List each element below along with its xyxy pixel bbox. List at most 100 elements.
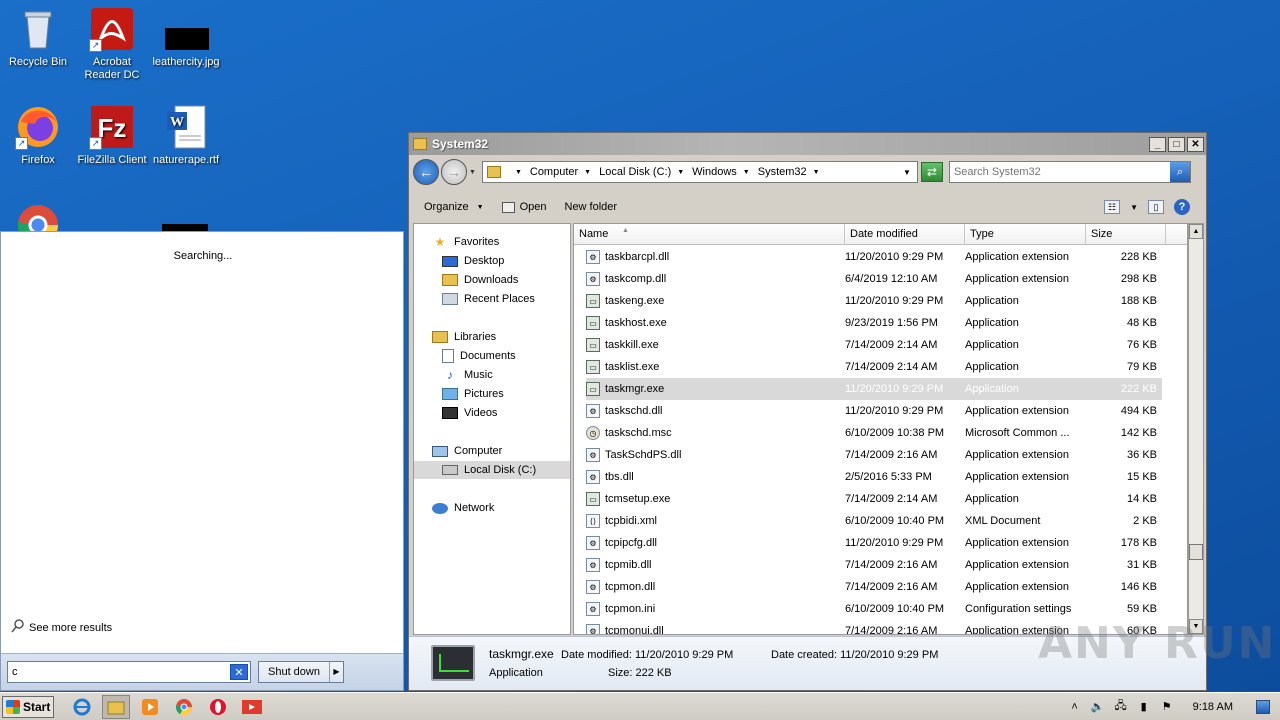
nav-videos[interactable]: Videos (442, 404, 497, 422)
change-view-icon[interactable]: ☷ (1104, 200, 1121, 214)
window-titlebar[interactable]: System32 _ □ ✕ (409, 133, 1206, 155)
file-row[interactable]: ⚙ tcpmib.dll 7/14/2009 2:16 AM Application … (586, 554, 1162, 576)
pictures-icon (442, 388, 458, 400)
network-tray-icon[interactable]: 🖧 (1114, 700, 1128, 714)
nav-music[interactable]: ♪ Music (442, 366, 493, 384)
help-icon[interactable]: ? (1174, 199, 1190, 215)
nav-pictures[interactable]: Pictures (442, 385, 504, 403)
refresh-button[interactable]: ⇄ (920, 162, 943, 182)
chevron-down-icon: ▼ (812, 168, 820, 176)
action-center-flag-icon[interactable]: ⚑ (1160, 700, 1174, 714)
preview-pane-icon[interactable]: ▯ (1148, 200, 1164, 214)
column-name[interactable]: Name ▲ (574, 224, 845, 245)
folder-icon (413, 138, 427, 150)
nav-downloads[interactable]: Downloads (442, 271, 518, 289)
taskbar-anyrun[interactable] (238, 695, 266, 719)
taskbar-chrome[interactable] (170, 695, 198, 719)
nav-computer[interactable]: Computer (432, 442, 502, 460)
file-row[interactable]: ▭ tcmsetup.exe 7/14/2009 2:14 AM Applicatio… (586, 488, 1162, 510)
file-row[interactable]: ⚙ tcpmon.ini 6/10/2009 10:40 PM Configurati… (586, 598, 1162, 620)
file-row[interactable]: ⚙ TaskSchdPS.dll 7/14/2009 2:16 AM Applicat… (586, 444, 1162, 466)
column-date-modified[interactable]: Date modified (845, 224, 965, 245)
clock[interactable]: 9:18 AM (1193, 701, 1233, 713)
view-options-dropdown-icon[interactable]: ▼ (1130, 203, 1138, 212)
start-search-input[interactable] (8, 663, 230, 681)
file-row[interactable]: ⚙ taskbarcpl.dll 11/20/2010 9:29 PM Applica… (586, 246, 1162, 268)
forward-button[interactable]: → (441, 159, 467, 185)
scroll-thumb[interactable] (1189, 544, 1203, 560)
file-type: Microsoft Common ... (965, 427, 1070, 439)
file-row[interactable]: ▭ taskkill.exe 7/14/2009 2:14 AM Applicatio… (586, 334, 1162, 356)
start-button[interactable]: Start (2, 695, 54, 718)
taskbar-media-player[interactable] (136, 695, 164, 719)
file-row[interactable]: ◷ taskschd.msc 6/10/2009 10:38 PM Microsoft… (586, 422, 1162, 444)
videos-icon (442, 407, 458, 419)
shutdown-options-arrow-icon[interactable]: ▶ (329, 662, 343, 682)
show-hidden-icons-icon[interactable]: ˄ (1068, 700, 1082, 714)
taskbar: Start ˄ 🔈 🖧 ▮ ⚑ 9:18 AM (0, 692, 1280, 720)
file-row[interactable]: ⚙ taskschd.dll 11/20/2010 9:29 PM Applicati… (586, 400, 1162, 422)
window-title: System32 (432, 137, 489, 151)
file-row[interactable]: ▭ taskeng.exe 11/20/2010 9:29 PM Applicatio… (586, 290, 1162, 312)
shortcut-arrow-icon: ↗ (15, 137, 28, 150)
file-row[interactable]: ⚙ tcpipcfg.dll 11/20/2010 9:29 PM Applicati… (586, 532, 1162, 554)
desktop-icon-naturerape[interactable]: W naturerape.rtf (148, 104, 224, 167)
breadcrumb-local-disk[interactable]: Local Disk (C:) ▼ (599, 166, 684, 178)
nav-documents[interactable]: Documents (442, 347, 516, 365)
file-row[interactable]: ▭ taskhost.exe 9/23/2019 1:56 PM Applicatio… (586, 312, 1162, 334)
back-button[interactable]: ← (413, 159, 439, 185)
shutdown-button[interactable]: Shut down ▶ (258, 661, 344, 683)
column-size[interactable]: Size (1086, 224, 1166, 245)
organize-button[interactable]: Organize ▼ (424, 201, 484, 213)
nav-libraries[interactable]: Libraries (432, 328, 496, 346)
show-desktop-button[interactable] (1256, 699, 1270, 714)
column-type[interactable]: Type (965, 224, 1086, 245)
volume-icon[interactable]: 🔈 (1091, 700, 1105, 714)
file-row[interactable]: ▭ taskmgr.exe 11/20/2010 9:29 PM Applicatio… (586, 378, 1162, 400)
desktop-icon-leathercity[interactable]: leathercity.jpg (148, 6, 224, 69)
nav-local-disk[interactable]: Local Disk (C:) (414, 461, 570, 479)
file-row[interactable]: ⚙ tbs.dll 2/5/2016 5:33 PM Application exte… (586, 466, 1162, 488)
power-icon[interactable]: ▮ (1137, 700, 1151, 714)
breadcrumb-computer[interactable]: Computer ▼ (530, 166, 591, 178)
nav-favorites[interactable]: ★ Favorites (432, 233, 500, 251)
taskbar-opera[interactable] (204, 695, 232, 719)
open-button[interactable]: Open (501, 201, 547, 213)
system-tray: ˄ 🔈 🖧 ▮ ⚑ 9:18 AM (1068, 699, 1270, 714)
address-history-dropdown-icon[interactable]: ▼ (903, 168, 911, 177)
desktop-icon-acrobat[interactable]: ↗ Acrobat Reader DC (74, 6, 150, 82)
firefox-icon: ↗ (15, 104, 61, 150)
taskbar-explorer[interactable] (102, 694, 130, 719)
clear-search-icon[interactable]: ✕ (230, 664, 248, 680)
file-row[interactable]: ⟨⟩ tcpbidi.xml 6/10/2009 10:40 PM XML Docum… (586, 510, 1162, 532)
search-icon[interactable]: ⌕ (1169, 162, 1190, 182)
taskbar-internet-explorer[interactable] (68, 695, 96, 719)
file-row[interactable]: ▭ tasklist.exe 7/14/2009 2:14 AM Applicatio… (586, 356, 1162, 378)
breadcrumb-root-arrow[interactable]: ▼ (509, 169, 522, 176)
breadcrumb-system32[interactable]: System32 ▼ (758, 166, 820, 178)
file-date: 6/10/2009 10:38 PM (845, 427, 945, 439)
new-folder-button[interactable]: New folder (565, 201, 618, 213)
start-search-box[interactable]: ✕ (7, 661, 251, 683)
close-button[interactable]: ✕ (1187, 136, 1204, 152)
file-row[interactable]: ⚙ taskcomp.dll 6/4/2019 12:10 AM Applicatio… (586, 268, 1162, 290)
desktop-icon-filezilla[interactable]: Fz ↗ FileZilla Client (74, 104, 150, 167)
nav-recent-places[interactable]: Recent Places (442, 290, 535, 308)
desktop-icon-recycle-bin[interactable]: Recycle Bin (0, 6, 76, 69)
minimize-button[interactable]: _ (1149, 136, 1166, 152)
file-row[interactable]: ⚙ tcpmon.dll 7/14/2009 2:16 AM Application … (586, 576, 1162, 598)
breadcrumb-windows[interactable]: Windows ▼ (692, 166, 750, 178)
folder-search-box[interactable]: ⌕ (948, 161, 1191, 183)
nav-desktop[interactable]: Desktop (442, 252, 504, 270)
address-bar[interactable]: ▼ Computer ▼ Local Disk (C:) ▼ Windows ▼ Sy… (481, 161, 918, 183)
folder-search-input[interactable] (949, 163, 1170, 181)
file-size: 48 KB (1127, 317, 1157, 329)
maximize-button[interactable]: □ (1168, 136, 1185, 152)
recent-pages-dropdown-icon[interactable]: ▼ (469, 169, 476, 176)
vertical-scrollbar[interactable]: ▲ ▼ (1188, 223, 1204, 635)
desktop-icon-firefox[interactable]: ↗ Firefox (0, 104, 76, 167)
file-type: Application (965, 493, 1019, 505)
scroll-up-icon[interactable]: ▲ (1189, 224, 1203, 239)
nav-network[interactable]: Network (432, 499, 494, 517)
see-more-results-link[interactable]: See more results (11, 619, 112, 636)
